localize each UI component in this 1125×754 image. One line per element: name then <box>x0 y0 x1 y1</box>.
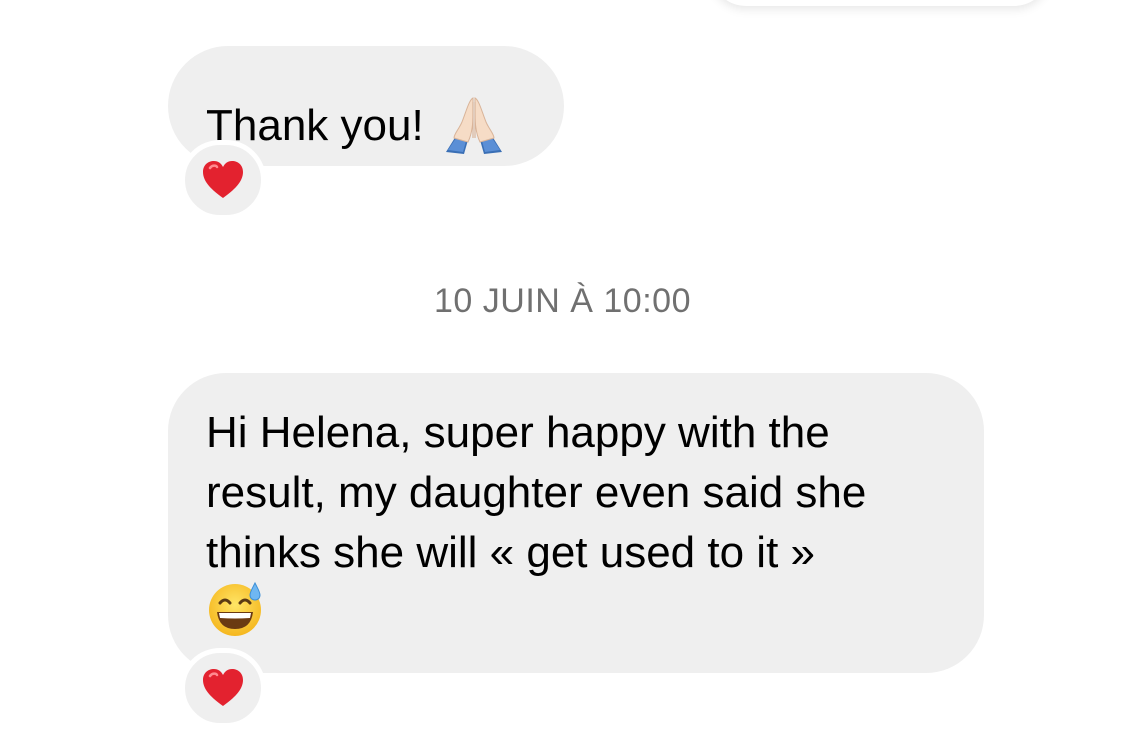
message-bubble-long[interactable]: Hi Helena, super happy with the result, … <box>168 373 984 673</box>
heart-reaction[interactable] <box>180 140 266 220</box>
folded-hands-icon <box>445 97 502 154</box>
grinning-face-with-sweat-icon <box>209 581 261 636</box>
message-line: result, my daughter even said she <box>206 468 867 517</box>
heart-reaction[interactable] <box>180 648 266 728</box>
heart-icon <box>203 161 243 198</box>
previous-message-edge <box>710 0 1050 6</box>
conversation-timestamp: 10 JUIN À 10:00 <box>434 282 691 320</box>
message-line: thinks she will « get used to it » <box>206 528 815 577</box>
heart-icon <box>203 669 243 706</box>
message-line: Hi Helena, super happy with the <box>206 408 830 457</box>
message-text-container: Hi Helena, super happy with the result, … <box>206 403 966 583</box>
